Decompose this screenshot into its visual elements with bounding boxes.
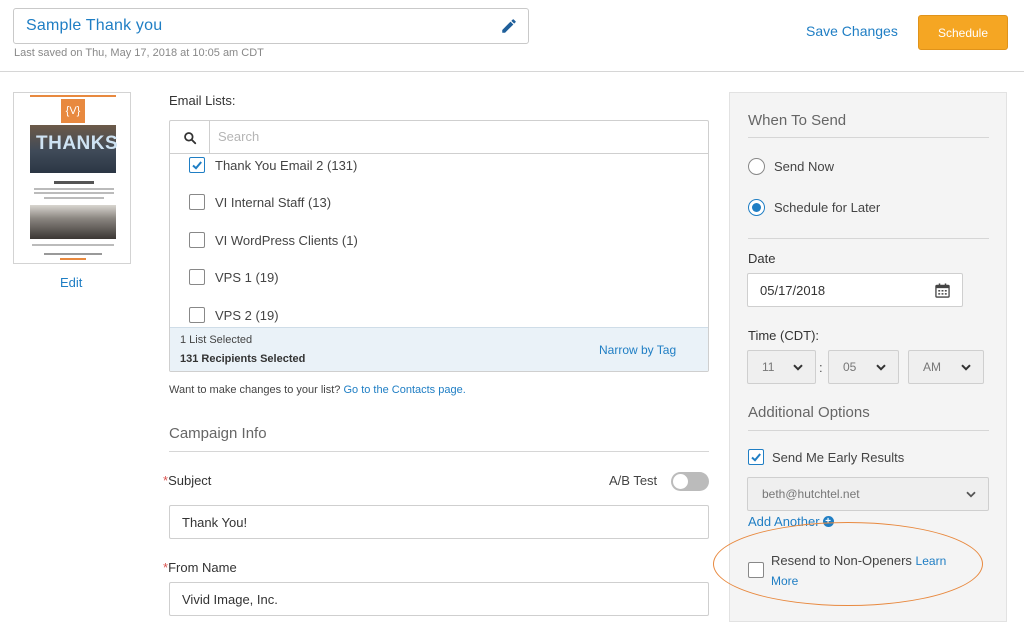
pencil-icon[interactable]	[500, 17, 518, 35]
from-name-label: *From Name	[163, 560, 237, 575]
early-results-email-select[interactable]: beth@hutchtel.net	[747, 477, 989, 511]
list-item[interactable]: VPS 2 (19)	[189, 305, 279, 325]
last-saved-text: Last saved on Thu, May 17, 2018 at 10:05…	[14, 47, 264, 59]
logo-badge: {V}	[61, 99, 85, 123]
chevron-down-icon	[961, 363, 971, 371]
toggle-knob	[673, 474, 688, 489]
subject-label-text: Subject	[168, 473, 212, 488]
thumb-top-bar	[30, 95, 116, 97]
recipients-count: 131 Recipients Selected	[180, 353, 306, 365]
list-item-checkbox[interactable]	[189, 157, 205, 173]
additional-options-divider	[748, 430, 989, 431]
search-icon	[170, 121, 210, 154]
early-results-option[interactable]: Send Me Early Results	[748, 449, 904, 465]
early-results-email-value: beth@hutchtel.net	[762, 487, 860, 501]
list-item-label: VI Internal Staff (13)	[215, 194, 332, 210]
schedule-later-radio[interactable]	[748, 199, 765, 216]
ampm-select[interactable]: AM	[908, 350, 984, 384]
annotation-ellipse	[713, 522, 983, 606]
subject-input[interactable]: Thank You!	[169, 505, 709, 539]
campaign-info-heading: Campaign Info	[169, 425, 267, 442]
hero-image: THANKS	[30, 125, 119, 173]
hour-value: 11	[762, 360, 775, 374]
chevron-down-icon	[966, 491, 976, 497]
list-item-label: VI WordPress Clients (1)	[215, 232, 358, 248]
thumb-heading-line	[54, 181, 94, 184]
list-change-note: Want to make changes to your list? Go to…	[169, 384, 466, 396]
schedule-later-option[interactable]: Schedule for Later	[748, 199, 880, 216]
schedule-divider	[748, 238, 989, 239]
contacts-page-link[interactable]: Go to the Contacts page.	[343, 384, 465, 396]
radio-dot	[752, 203, 761, 212]
list-search-input[interactable]	[218, 129, 618, 144]
thumb-text-line	[34, 188, 114, 190]
early-results-checkbox[interactable]	[748, 449, 764, 465]
lists-summary-bar: 1 List Selected 131 Recipients Selected …	[170, 327, 708, 371]
campaign-info-divider	[169, 451, 709, 452]
list-item-label: VPS 1 (19)	[215, 269, 279, 285]
send-now-label: Send Now	[774, 159, 834, 174]
team-photo	[30, 205, 116, 239]
list-item-checkbox[interactable]	[189, 194, 205, 210]
checkmark-icon	[192, 161, 202, 170]
campaign-title-field[interactable]: Sample Thank you	[13, 8, 529, 44]
email-lists-box: Thank You Email 2 (131) VI Internal Staf…	[169, 120, 709, 372]
narrow-by-tag-link[interactable]: Narrow by Tag	[599, 343, 676, 357]
chevron-down-icon	[876, 363, 886, 371]
subject-label: *Subject	[163, 473, 211, 488]
list-item[interactable]: VI WordPress Clients (1)	[189, 230, 358, 250]
list-change-text: Want to make changes to your list?	[169, 384, 341, 396]
minute-select[interactable]: 05	[828, 350, 899, 384]
list-item-checkbox[interactable]	[189, 269, 205, 285]
ab-test-label: A/B Test	[609, 473, 658, 488]
list-item-label: Thank You Email 2 (131)	[215, 157, 358, 173]
list-search-row	[170, 121, 708, 154]
from-name-input[interactable]: Vivid Image, Inc.	[169, 582, 709, 616]
save-changes-link[interactable]: Save Changes	[806, 23, 898, 39]
send-now-radio[interactable]	[748, 158, 765, 175]
thumb-text-line	[34, 192, 114, 194]
ab-test-toggle[interactable]	[671, 472, 709, 491]
additional-options-heading: Additional Options	[748, 404, 870, 421]
thumb-text-line	[44, 197, 104, 199]
ampm-value: AM	[923, 360, 941, 374]
email-preview-thumbnail[interactable]: {V} THANKS	[13, 92, 131, 264]
when-to-send-heading: When To Send	[748, 112, 847, 129]
schedule-button[interactable]: Schedule	[918, 15, 1008, 50]
hour-select[interactable]: 11	[747, 350, 816, 384]
hero-text: THANKS	[36, 133, 119, 154]
chevron-down-icon	[793, 363, 803, 371]
list-item[interactable]: VI Internal Staff (13)	[189, 192, 331, 212]
date-picker[interactable]: 05/17/2018	[747, 273, 963, 307]
campaign-title[interactable]: Sample Thank you	[26, 17, 162, 35]
minute-value: 05	[843, 360, 857, 374]
edit-link[interactable]: Edit	[60, 275, 82, 290]
checkmark-icon	[751, 453, 761, 462]
time-separator: :	[819, 360, 823, 375]
early-results-label: Send Me Early Results	[772, 449, 905, 465]
calendar-icon[interactable]	[935, 282, 950, 298]
schedule-later-label: Schedule for Later	[774, 200, 881, 215]
thumb-text-line	[32, 244, 114, 246]
lists-selected-count: 1 List Selected	[180, 334, 253, 346]
list-item-label: VPS 2 (19)	[215, 307, 279, 323]
list-item[interactable]: VPS 1 (19)	[189, 267, 279, 287]
date-value: 05/17/2018	[760, 282, 826, 298]
header-divider	[0, 71, 1024, 72]
send-now-option[interactable]: Send Now	[748, 158, 834, 175]
when-to-send-divider	[748, 137, 989, 138]
list-item-checkbox[interactable]	[189, 307, 205, 323]
list-item-checkbox[interactable]	[189, 232, 205, 248]
list-item[interactable]: Thank You Email 2 (131)	[189, 155, 357, 175]
thumb-footer-line	[60, 258, 86, 260]
thumb-text-line	[44, 253, 102, 255]
email-lists-label: Email Lists:	[169, 93, 236, 108]
date-label: Date	[748, 251, 776, 266]
from-name-label-text: From Name	[168, 560, 237, 575]
time-label: Time (CDT):	[748, 328, 820, 343]
